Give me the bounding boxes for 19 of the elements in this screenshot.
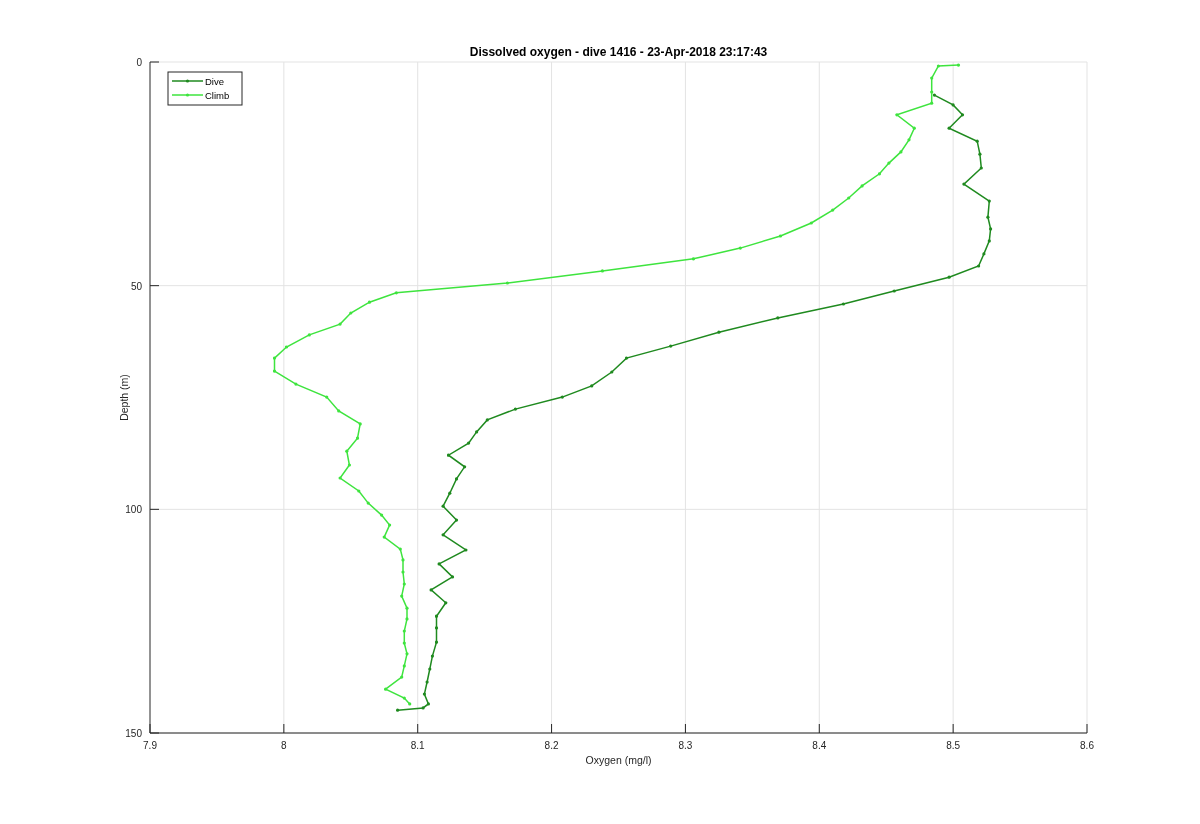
legend-label: Dive bbox=[205, 76, 224, 87]
x-tick-label: 8.6 bbox=[1080, 740, 1094, 751]
x-tick-label: 8.1 bbox=[410, 740, 425, 751]
x-tick-label: 8.5 bbox=[946, 740, 961, 751]
x-axis-label: Oxygen (mg/l) bbox=[585, 754, 652, 766]
y-tick-label: 150 bbox=[125, 728, 142, 739]
x-tick-label: 8.2 bbox=[544, 740, 559, 751]
y-tick-label: 0 bbox=[136, 57, 142, 68]
y-tick-label: 100 bbox=[125, 504, 142, 516]
y-axis-label: Depth (m) bbox=[118, 374, 130, 421]
legend-line-icon bbox=[171, 79, 204, 83]
legend-line-icon bbox=[171, 93, 204, 97]
legend-label: Climb bbox=[205, 90, 230, 101]
x-tick-label: 8 bbox=[281, 740, 287, 751]
x-tick-label: 8.4 bbox=[812, 740, 827, 751]
y-tick-label: 50 bbox=[130, 280, 142, 292]
chart-title: Dissolved oxygen - dive 1416 - 23-Apr-2018 23:17:43 bbox=[469, 45, 768, 59]
x-tick-label: 7.9 bbox=[143, 740, 157, 751]
x-tick-label: 8.3 bbox=[678, 740, 693, 751]
